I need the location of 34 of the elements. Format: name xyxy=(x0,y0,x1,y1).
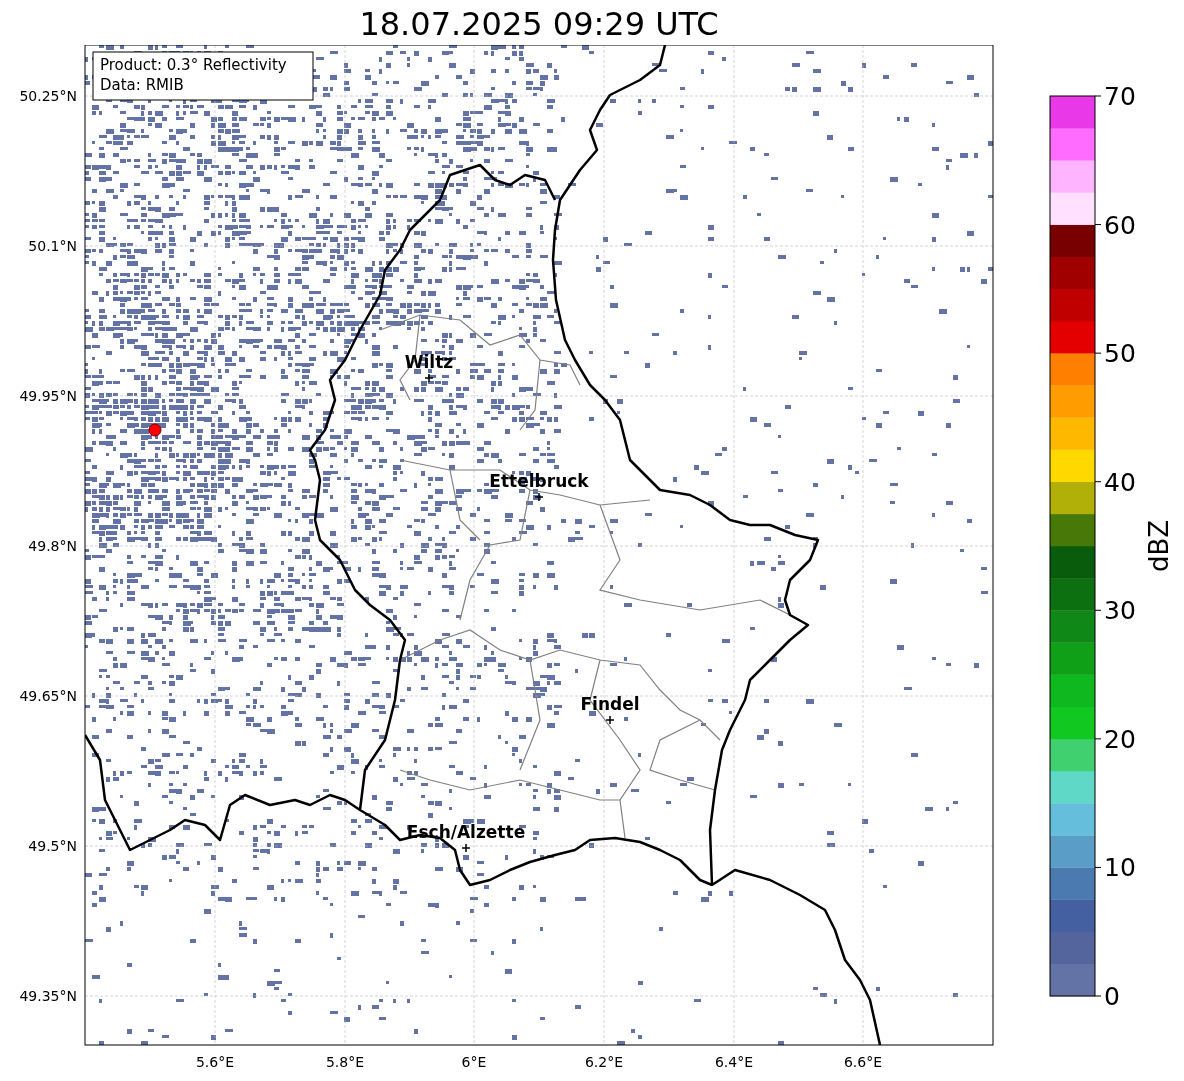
longitude-label: 6.6°E xyxy=(843,1054,883,1070)
colorbar-tick-label: 40 xyxy=(1104,467,1136,497)
radar-site-marker xyxy=(148,423,162,437)
longitude-label: 6.2°E xyxy=(584,1054,624,1070)
latitude-label: 50.25°N xyxy=(19,88,77,104)
colorbar-tick-label: 20 xyxy=(1104,724,1136,754)
city-marker xyxy=(605,715,615,725)
city-marker xyxy=(424,373,434,383)
colorbar-tick-label: 0 xyxy=(1104,982,1120,1011)
latitude-label: 49.8°N xyxy=(28,538,77,554)
colorbar-tick-label: 50 xyxy=(1104,339,1136,369)
chart-title: 18.07.2025 09:29 UTC xyxy=(358,4,720,45)
latitude-label: 49.65°N xyxy=(19,688,77,704)
longitude-label: 6.4°E xyxy=(714,1054,754,1070)
city-label: Wiltz xyxy=(404,352,454,372)
info-text: Product: 0.3° Reflectivity xyxy=(100,56,287,74)
latitude-label: 49.35°N xyxy=(19,988,77,1004)
city-label: Findel xyxy=(580,694,640,714)
colorbar-tick-label: 10 xyxy=(1104,853,1136,883)
latitude-label: 49.95°N xyxy=(19,388,77,404)
colorbar-tick-label: 30 xyxy=(1104,596,1136,626)
colorbar-label: dBZ xyxy=(1144,519,1174,573)
latitude-label: 50.1°N xyxy=(28,238,77,254)
city-marker xyxy=(534,492,544,502)
longitude-label: 5.8°E xyxy=(325,1054,365,1070)
colorbar-tick-label: 60 xyxy=(1104,210,1136,240)
city-label: Esch/Alzette xyxy=(406,822,526,842)
longitude-label: 5.6°E xyxy=(195,1054,235,1070)
info-text: Data: RMIB xyxy=(100,76,184,94)
longitude-label: 6°E xyxy=(461,1054,487,1070)
city-marker xyxy=(461,843,471,853)
colorbar-tick-label: 70 xyxy=(1104,82,1136,111)
city-label: Ettelbruck xyxy=(489,471,589,491)
latitude-label: 49.5°N xyxy=(28,838,77,854)
